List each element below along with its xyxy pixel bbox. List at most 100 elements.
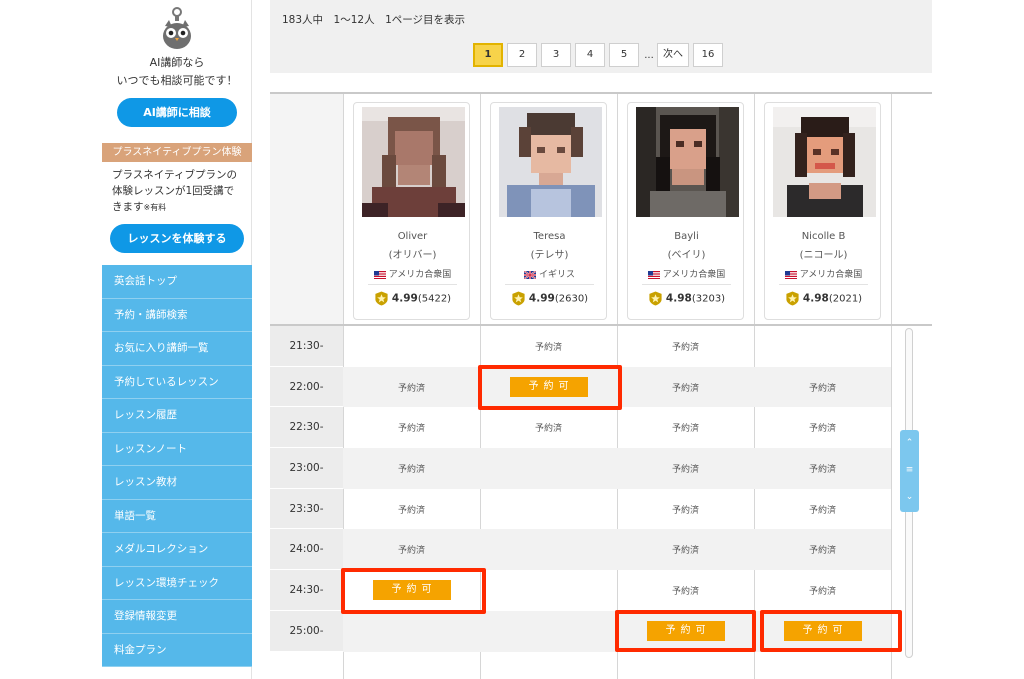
teacher-photo[interactable] bbox=[636, 107, 739, 217]
divider bbox=[505, 284, 594, 285]
book-lesson-button[interactable]: 予約可 bbox=[509, 377, 588, 398]
time-label: 23:30- bbox=[270, 488, 343, 530]
sidebar-item-words[interactable]: 単語一覧 bbox=[102, 499, 252, 533]
chevron-up-icon[interactable]: ⌃ bbox=[900, 430, 919, 457]
sidebar-item-medals[interactable]: メダルコレクション bbox=[102, 533, 252, 567]
teacher-rating: 4.99(5422) bbox=[354, 291, 471, 306]
booked-slot: 予約済 bbox=[808, 464, 836, 475]
teacher-name[interactable]: Bayli bbox=[628, 231, 745, 242]
sidebar-item-pricing[interactable]: 料金プラン bbox=[102, 633, 252, 667]
teacher-name-kana: (ベイリ) bbox=[667, 250, 706, 261]
booked-slot: 予約済 bbox=[808, 424, 836, 435]
sidebar-item-search[interactable]: 予約・講師検索 bbox=[102, 298, 252, 332]
sidebar-item-history[interactable]: レッスン履歴 bbox=[102, 399, 252, 433]
ai-promo-line: AI講師なら bbox=[149, 56, 205, 69]
page-button-5[interactable]: 5 bbox=[609, 43, 639, 67]
sidebar-item-materials[interactable]: レッスン教材 bbox=[102, 466, 252, 500]
rating-value: 4.98 bbox=[802, 292, 829, 305]
available-slot: 予約可 bbox=[754, 611, 891, 652]
book-lesson-button[interactable]: 予約可 bbox=[372, 580, 451, 601]
try-lesson-button[interactable]: レッスンを体験する bbox=[110, 224, 244, 253]
medal-star-icon bbox=[375, 291, 388, 306]
result-count: 183人中 1〜12人 1ページ目を表示 bbox=[282, 14, 466, 26]
review-count: (5422) bbox=[417, 293, 452, 305]
page-button-1[interactable]: 1 bbox=[473, 43, 503, 67]
page-button-3[interactable]: 3 bbox=[541, 43, 571, 67]
us-flag-icon bbox=[373, 270, 386, 279]
booked-slot: 予約済 bbox=[808, 586, 836, 597]
divider bbox=[779, 284, 868, 285]
sidebar-item-env-check[interactable]: レッスン環境チェック bbox=[102, 566, 252, 600]
teacher-name[interactable]: Nicolle B bbox=[765, 231, 882, 242]
teacher-card[interactable]: Bayli (ベイリ) アメリカ合衆国 4.98(3203) bbox=[627, 102, 744, 320]
teacher-photo[interactable] bbox=[773, 107, 876, 217]
booked-slot: 予約済 bbox=[534, 342, 562, 353]
medal-star-icon bbox=[786, 291, 799, 306]
time-label: 21:30- bbox=[270, 326, 343, 367]
empty-slot bbox=[754, 326, 891, 367]
teacher-card[interactable]: Oliver (オリバー) アメリカ合衆国 4.99(5422) bbox=[353, 102, 470, 320]
schedule-slots: 予約済 予約済 予約済 予約可 予約済 予約済 予約済 予約済 予約済 予約済 … bbox=[343, 326, 891, 652]
sidebar-item-notes[interactable]: レッスンノート bbox=[102, 432, 252, 466]
chevron-down-icon[interactable]: ⌄ bbox=[900, 484, 919, 511]
page-button-2[interactable]: 2 bbox=[507, 43, 537, 67]
booked-slot: 予約済 bbox=[808, 546, 836, 557]
empty-slot bbox=[343, 326, 480, 367]
teacher-country: アメリカ合衆国 bbox=[628, 267, 745, 280]
sidebar-item-favorites[interactable]: お気に入り講師一覧 bbox=[102, 332, 252, 366]
sidebar-item-reserved[interactable]: 予約しているレッスン bbox=[102, 365, 252, 399]
booked-slot: 予約済 bbox=[808, 505, 836, 516]
book-lesson-button[interactable]: 予約可 bbox=[783, 621, 862, 642]
teacher-card[interactable]: Nicolle B (ニコール) アメリカ合衆国 4.98(2021) bbox=[764, 102, 881, 320]
time-label: 24:30- bbox=[270, 570, 343, 611]
teacher-name[interactable]: Oliver bbox=[354, 231, 471, 242]
review-count: (2630) bbox=[554, 293, 589, 305]
trial-desc-line: きます bbox=[112, 201, 144, 213]
pagination: 1 2 3 4 5 ... 次へ 16 bbox=[473, 43, 727, 67]
medal-star-icon bbox=[512, 291, 525, 306]
sidebar-item-settings[interactable]: 登録情報変更 bbox=[102, 600, 252, 634]
last-page-button[interactable]: 16 bbox=[693, 43, 723, 67]
grip-icon: ≡ bbox=[905, 465, 914, 475]
teacher-country: アメリカ合衆国 bbox=[354, 267, 471, 280]
booked-slot: 予約済 bbox=[671, 546, 699, 557]
teacher-rating: 4.99(2630) bbox=[491, 291, 608, 306]
teacher-country: アメリカ合衆国 bbox=[765, 267, 882, 280]
review-count: (2021) bbox=[828, 293, 863, 305]
page-ellipsis: ... bbox=[644, 49, 654, 61]
booked-slot: 予約済 bbox=[397, 424, 425, 435]
teacher-photo[interactable] bbox=[362, 107, 465, 217]
teacher-photo[interactable] bbox=[499, 107, 602, 217]
us-flag-icon bbox=[647, 270, 660, 279]
sidebar-menu: 英会話トップ 予約・講師検索 お気に入り講師一覧 予約しているレッスン レッスン… bbox=[102, 265, 252, 667]
us-flag-icon bbox=[784, 270, 797, 279]
rating-value: 4.98 bbox=[665, 292, 692, 305]
empty-slot bbox=[480, 489, 617, 530]
book-lesson-button[interactable]: 予約可 bbox=[646, 621, 725, 642]
booked-slot: 予約済 bbox=[671, 586, 699, 597]
country-label: アメリカ合衆国 bbox=[662, 270, 726, 280]
booked-slot: 予約済 bbox=[397, 464, 425, 475]
time-label: 22:00- bbox=[270, 366, 343, 408]
schedule-row: 予約済 予約済 予約済 bbox=[343, 448, 891, 489]
sidebar-item-top[interactable]: 英会話トップ bbox=[102, 265, 252, 299]
teacher-column: Teresa (テレサ) イギリス 4.99(2630) bbox=[480, 94, 617, 326]
page-button-4[interactable]: 4 bbox=[575, 43, 605, 67]
schedule-row: 予約済 予約済 予約済 bbox=[343, 489, 891, 530]
teacher-name[interactable]: Teresa bbox=[491, 231, 608, 242]
booked-slot: 予約済 bbox=[808, 383, 836, 394]
empty-slot bbox=[480, 611, 617, 652]
teacher-name-kana: (ニコール) bbox=[799, 250, 848, 261]
available-slot: 予約可 bbox=[343, 570, 480, 611]
teacher-card[interactable]: Teresa (テレサ) イギリス 4.99(2630) bbox=[490, 102, 607, 320]
booked-slot: 予約済 bbox=[671, 383, 699, 394]
time-label: 22:30- bbox=[270, 407, 343, 449]
ai-consult-button[interactable]: AI講師に相談 bbox=[117, 98, 237, 127]
booked-slot: 予約済 bbox=[671, 424, 699, 435]
booked-slot: 予約済 bbox=[671, 505, 699, 516]
trial-plan-description: プラスネイティブプランの 体験レッスンが1回受講で きます※有料 bbox=[112, 167, 248, 216]
scrollbar-handle[interactable]: ⌃ ≡ ⌄ bbox=[900, 430, 919, 512]
booked-slot: 予約済 bbox=[671, 464, 699, 475]
next-page-button[interactable]: 次へ bbox=[657, 43, 689, 67]
booked-slot: 予約済 bbox=[397, 505, 425, 516]
